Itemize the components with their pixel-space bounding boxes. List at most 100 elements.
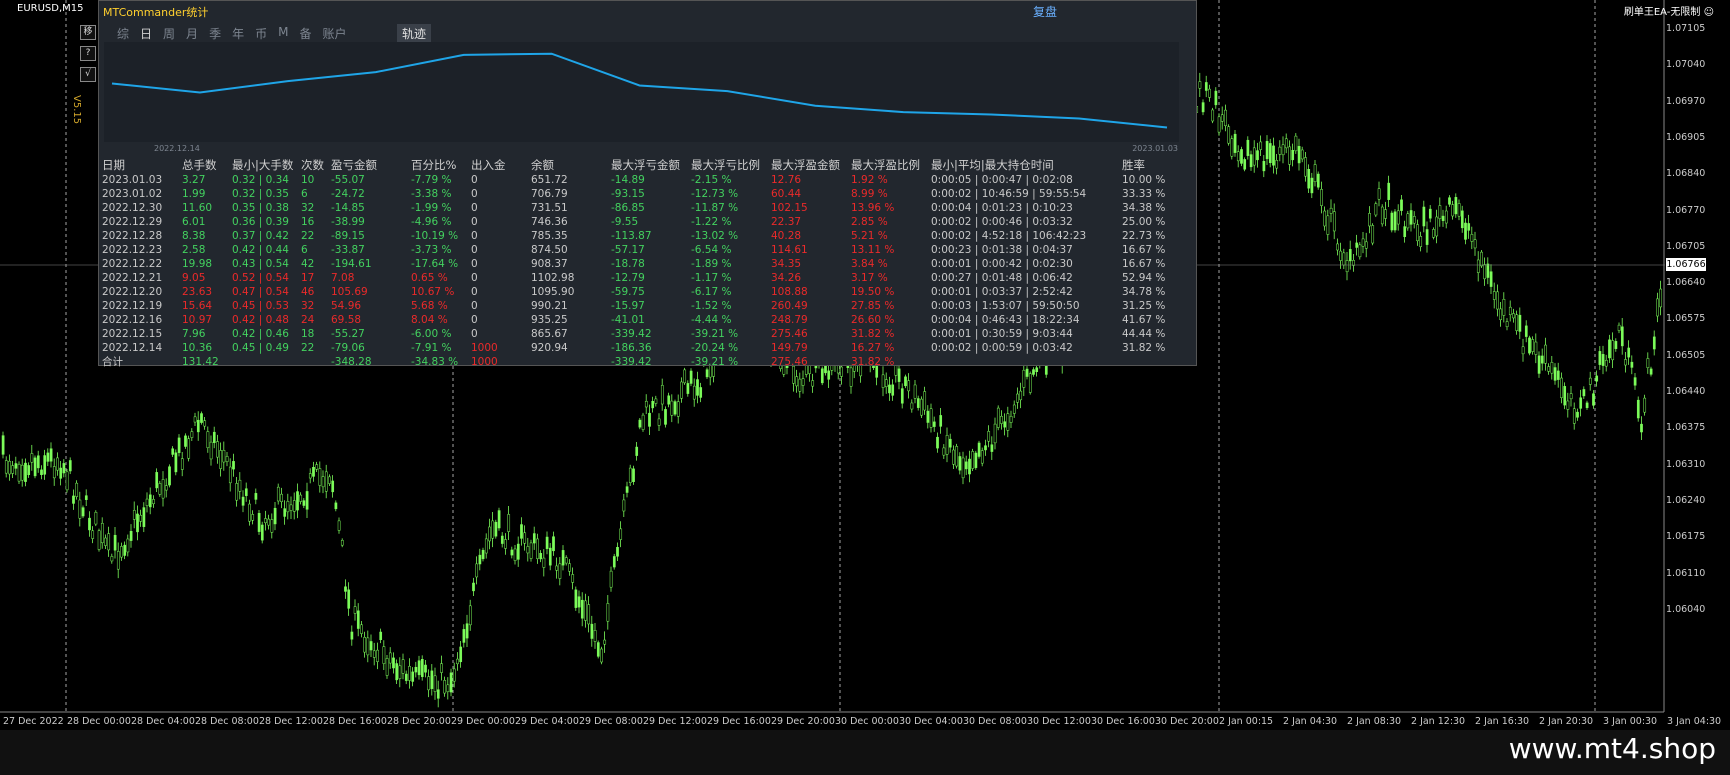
curve-start-date: 2022.12.14 — [154, 144, 200, 153]
balance-curve-chart — [104, 42, 1179, 142]
table-row[interactable]: 2022.12.19 15.64 0.45 | 0.53 32 54.96 5.68 % 0… — [102, 299, 1182, 313]
candle-body — [84, 495, 88, 500]
candle-body — [1441, 215, 1445, 221]
candle-body — [24, 462, 27, 482]
tab-quarter[interactable]: 季 — [207, 25, 223, 42]
candle-body — [1531, 339, 1535, 352]
candle-body — [900, 388, 904, 404]
tab-overall[interactable]: 综 — [115, 25, 131, 42]
table-row[interactable]: 2022.12.29 6.01 0.36 | 0.39 16 -38.99 -4.96 %… — [102, 215, 1182, 229]
candle-body — [177, 437, 181, 453]
current-price-label: 1.06766 — [1666, 258, 1706, 271]
table-row[interactable]: 2022.12.30 11.60 0.35 | 0.38 32 -14.85 -1.99 … — [102, 201, 1182, 215]
candle-body — [689, 370, 693, 384]
cell-min-max-lots: 0.36 | 0.39 — [232, 216, 289, 228]
cell-pnl: 54.96 — [331, 300, 362, 312]
candle-body — [1332, 211, 1336, 232]
table-row[interactable]: 2022.12.22 19.98 0.43 | 0.54 42 -194.61 -17.6… — [102, 257, 1182, 271]
header-percent: 百分比% — [411, 158, 457, 172]
candle-body — [78, 499, 82, 519]
header-hold-time: 最小|平均|最大持仓时间 — [931, 158, 1054, 172]
candle-body — [884, 379, 888, 387]
candle-body — [1204, 82, 1208, 91]
cell-date: 合计 — [102, 356, 123, 368]
candle-body — [1608, 339, 1611, 359]
cell-date: 2022.12.29 — [102, 216, 163, 228]
side-toolbar: _ 移 ? √ — [80, 4, 98, 88]
candle-body — [596, 642, 600, 657]
cell-min-max-lots: 0.42 | 0.48 — [232, 314, 289, 326]
tab-currency[interactable]: 币 — [253, 25, 269, 42]
candle-body — [1262, 161, 1266, 172]
cell-max-float-profit-pct: 8.99 % — [851, 188, 888, 200]
candle-body — [1604, 359, 1608, 367]
candle-body — [1300, 149, 1304, 160]
review-button[interactable]: 复盘 — [1033, 3, 1057, 20]
tab-note[interactable]: 备 — [297, 25, 313, 42]
tab-day[interactable]: 日 — [138, 25, 154, 42]
candle-body — [414, 666, 418, 673]
time-tick-label: 28 Dec 12:00 — [259, 716, 323, 727]
table-row[interactable]: 2022.12.16 10.97 0.42 | 0.48 24 69.58 8.04 % 0… — [102, 313, 1182, 327]
candle-body — [433, 675, 437, 692]
candle-body — [622, 499, 626, 512]
time-tick-label: 2 Jan 00:15 — [1219, 716, 1274, 727]
tab-magic[interactable]: M — [276, 25, 290, 42]
tab-account[interactable]: 账户 — [320, 25, 348, 42]
candle-body — [468, 605, 472, 626]
table-row[interactable]: 2023.01.02 1.99 0.32 | 0.35 6 -24.72 -3.38 % 0… — [102, 187, 1182, 201]
candle-body — [430, 670, 434, 689]
candle-body — [312, 466, 315, 477]
candle-body — [379, 631, 383, 640]
candle-body — [801, 378, 805, 386]
candle-body — [1444, 210, 1448, 224]
table-row[interactable]: 2022.12.23 2.58 0.42 | 0.44 6 -33.87 -3.73 % 0… — [102, 243, 1182, 257]
table-row[interactable]: 2022.12.14 10.36 0.45 | 0.49 22 -79.06 -7.91 … — [102, 341, 1182, 355]
table-row[interactable]: 2022.12.20 23.63 0.47 | 0.54 46 105.69 10.67 … — [102, 285, 1182, 299]
price-tick-label: 1.06905 — [1666, 131, 1706, 143]
help-button[interactable]: ? — [80, 46, 96, 61]
candle-body — [1569, 393, 1573, 400]
candle-body — [1342, 252, 1346, 266]
candle-body — [1464, 222, 1467, 240]
cell-total-lots: 9.05 — [182, 272, 206, 284]
cell-min-max-lots: 0.32 | 0.35 — [232, 188, 289, 200]
time-tick-label: 28 Dec 00:00 — [67, 716, 131, 727]
tab-month[interactable]: 月 — [184, 25, 200, 42]
cell-percent: 10.67 % — [411, 286, 455, 298]
candle-body — [945, 435, 949, 455]
watermark-text: www.mt4.shop — [1508, 732, 1716, 765]
candle-body — [561, 550, 565, 566]
move-button[interactable]: 移 — [80, 25, 96, 40]
candle-body — [33, 457, 37, 477]
table-row[interactable]: 2023.01.03 3.27 0.32 | 0.34 10 -55.07 -7.79 %… — [102, 173, 1182, 187]
candle-body — [520, 524, 523, 539]
candle-body — [123, 544, 127, 556]
candle-body — [1259, 141, 1263, 150]
table-total-row[interactable]: 合计 131.42 -348.28 -34.83 % 1000 -339.42 -39.21… — [102, 355, 1182, 369]
candle-body — [308, 473, 312, 479]
candle-body — [913, 384, 917, 399]
cell-pnl: 69.58 — [331, 314, 362, 326]
candle-body — [811, 380, 815, 387]
cell-hold-time: 0:00:04 | 0:46:43 | 18:22:34 — [931, 314, 1080, 326]
candle-body — [56, 457, 59, 471]
check-button[interactable]: √ — [80, 67, 96, 82]
tab-year[interactable]: 年 — [230, 25, 246, 42]
candle-body — [472, 582, 475, 592]
cell-win-rate — [1122, 355, 1182, 369]
cell-total-lots: 3.27 — [182, 174, 206, 186]
table-row[interactable]: 2022.12.15 7.96 0.42 | 0.46 18 -55.27 -6.00 %… — [102, 327, 1182, 341]
candle-body — [62, 463, 66, 474]
candle-body — [1540, 355, 1544, 364]
cell-hold-time: 0:00:02 | 0:00:46 | 0:03:32 — [931, 216, 1073, 228]
cell-balance: 990.21 — [531, 300, 568, 312]
table-row[interactable]: 2022.12.28 8.38 0.37 | 0.42 22 -89.15 -10.19 … — [102, 229, 1182, 243]
cell-date: 2022.12.20 — [102, 286, 163, 298]
track-button[interactable]: 轨迹 — [397, 24, 432, 43]
candle-body — [1486, 263, 1490, 278]
tab-week[interactable]: 周 — [161, 25, 177, 42]
table-row[interactable]: 2022.12.21 9.05 0.52 | 0.54 17 7.08 0.65 % 0 11… — [102, 271, 1182, 285]
candle-body — [1003, 421, 1007, 428]
time-tick-label: 2 Jan 08:30 — [1347, 716, 1402, 727]
